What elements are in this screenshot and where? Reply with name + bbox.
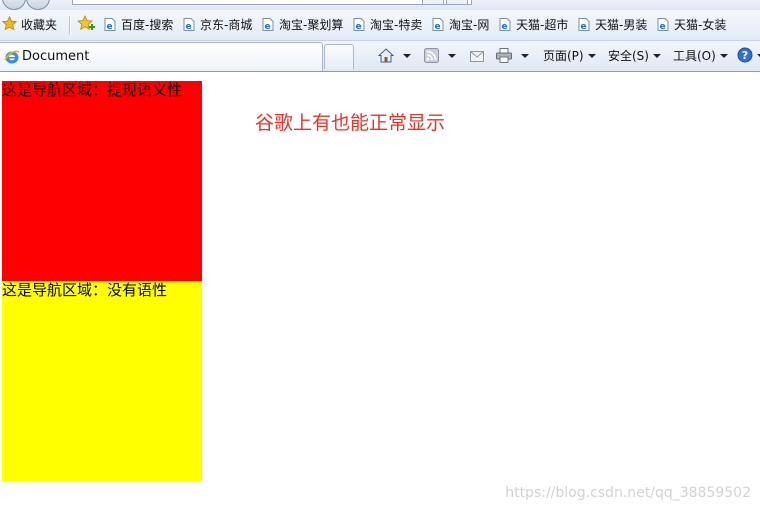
tab-document[interactable]: Document [0, 42, 323, 71]
back-button[interactable] [2, 0, 26, 10]
favorites-star-icon [1, 12, 18, 42]
stop-button[interactable] [446, 0, 468, 5]
print-button[interactable] [496, 41, 529, 71]
favorites-button[interactable]: 收藏夹 [1, 10, 58, 42]
chevron-down-icon [719, 54, 728, 58]
svg-text:e: e [356, 22, 362, 31]
fav-link-label: 淘宝-特卖 [370, 18, 423, 32]
fav-link-tmall-nvzhuang[interactable]: e 天猫-女装 [657, 10, 726, 40]
svg-text:e: e [502, 22, 508, 31]
fav-link-label: 百度-搜索 [121, 18, 174, 32]
ie-page-icon: e [657, 18, 669, 31]
rss-feed-icon [424, 44, 439, 74]
fav-link-jd[interactable]: e 京东-商城 [183, 10, 252, 40]
browser-window: 收藏夹 e 百度-搜索 e 京东-商城 e 淘宝-聚划算 e 淘宝-特卖 e 淘宝-网 e… [0, 0, 760, 511]
tools-menu[interactable]: 工具(O) [673, 41, 728, 71]
ie-page-icon: e [578, 18, 590, 31]
safety-menu-label: 安全(S) [608, 49, 649, 63]
fav-link-baidu[interactable]: e 百度-搜索 [104, 10, 173, 40]
nav-plain-text: 这是导航区域：没有语性 [2, 281, 168, 299]
new-tab-button[interactable] [324, 44, 354, 69]
forward-button[interactable] [26, 0, 50, 10]
ie-page-icon: e [262, 18, 274, 31]
add-favorite-star-icon [77, 13, 95, 43]
tools-menu-label: 工具(O) [673, 49, 716, 63]
chevron-down-icon [448, 54, 456, 58]
fav-link-label: 天猫-女装 [674, 18, 727, 32]
favorites-bar: 收藏夹 e 百度-搜索 e 京东-商城 e 淘宝-聚划算 e 淘宝-特卖 e 淘宝-网 e… [0, 10, 760, 41]
printer-icon [496, 44, 512, 74]
nav-semantic-box: 这是导航区域：提现语义性 [2, 81, 202, 281]
tab-title: Document [22, 49, 90, 64]
svg-text:?: ? [742, 49, 748, 62]
fav-link-label: 天猫-超市 [516, 18, 569, 32]
page-content: 这是导航区域：提现语义性 这是导航区域：没有语性 谷歌上有也能正常显示 http… [0, 72, 760, 511]
refresh-button[interactable] [422, 0, 444, 5]
ie-page-icon: e [353, 18, 365, 31]
svg-text:e: e [660, 22, 666, 31]
ie-page-icon: e [432, 18, 444, 31]
address-field[interactable] [72, 0, 472, 5]
page-menu[interactable]: 页面(P) [543, 41, 596, 71]
ie-logo-icon [4, 49, 20, 68]
compat-note: 谷歌上有也能正常显示 [255, 112, 446, 134]
fav-link-label: 京东-商城 [200, 18, 253, 32]
svg-text:e: e [435, 22, 441, 31]
fav-link-label: 天猫-男装 [595, 18, 648, 32]
fav-link-label: 淘宝-聚划算 [279, 18, 344, 32]
favorites-divider [69, 16, 70, 34]
command-bar: Document 页面(P) 安全(S) 工具(O) ? [0, 41, 760, 71]
help-icon: ? [737, 44, 753, 74]
feeds-button[interactable] [424, 41, 456, 71]
page-menu-label: 页面(P) [543, 49, 584, 63]
mail-icon [470, 43, 484, 73]
home-button[interactable] [377, 41, 411, 74]
chevron-down-icon [521, 54, 529, 58]
fav-link-taobao-temai[interactable]: e 淘宝-特卖 [353, 10, 422, 40]
nav-plain-box: 这是导航区域：没有语性 [2, 281, 202, 481]
fav-link-tmall-nanzhuang[interactable]: e 天猫-男装 [578, 10, 647, 40]
ie-page-icon: e [183, 18, 195, 31]
watermark: https://blog.csdn.net/qq_38859502 [505, 485, 751, 501]
nav-semantic-text: 这是导航区域：提现语义性 [2, 81, 183, 99]
read-mail-button[interactable] [470, 41, 484, 71]
chevron-down-icon [652, 54, 661, 58]
help-button[interactable]: ? [737, 41, 760, 71]
chevron-down-icon [587, 54, 596, 58]
favorites-label: 收藏夹 [21, 18, 58, 32]
ie-page-icon: e [104, 18, 116, 31]
safety-menu[interactable]: 安全(S) [608, 41, 661, 71]
svg-text:e: e [107, 22, 113, 31]
fav-link-taobao-wang[interactable]: e 淘宝-网 [432, 10, 489, 40]
add-to-favorites-button[interactable] [77, 10, 95, 40]
fav-link-label: 淘宝-网 [449, 18, 490, 32]
svg-text:e: e [186, 22, 192, 31]
fav-link-tmall-chaoshi[interactable]: e 天猫-超市 [499, 10, 568, 40]
address-bar-edge [0, 0, 760, 10]
home-icon [377, 44, 395, 74]
chevron-down-icon [403, 54, 411, 58]
svg-text:e: e [581, 22, 587, 31]
svg-text:e: e [265, 22, 271, 31]
fav-link-taobao-juhuasuan[interactable]: e 淘宝-聚划算 [262, 10, 343, 40]
ie-page-icon: e [499, 18, 511, 31]
